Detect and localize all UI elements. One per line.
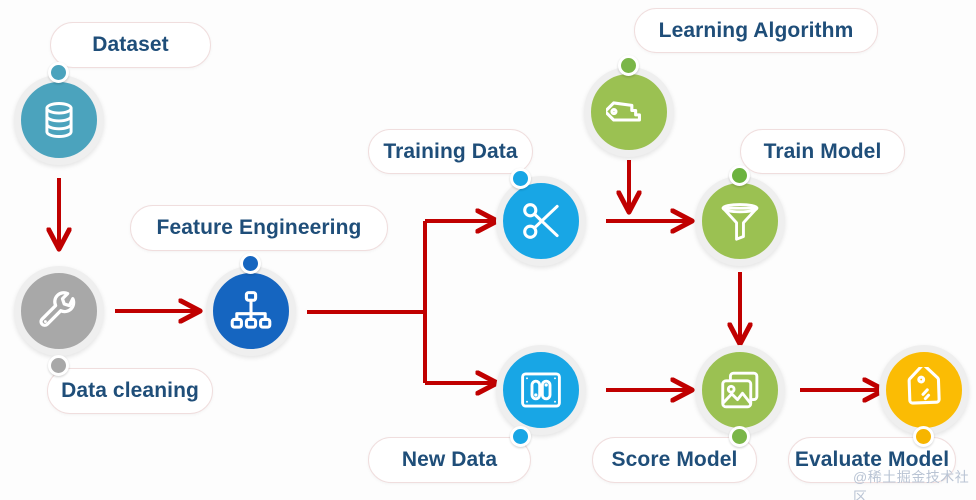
label-pill-data-cleaning: Data cleaning bbox=[47, 368, 213, 414]
label-pill-training-data: Training Data bbox=[368, 129, 533, 174]
node-feature-engineering[interactable] bbox=[206, 266, 296, 356]
ml-workflow-diagram: Dataset Data cleaning Feature Engineerin… bbox=[0, 0, 976, 500]
label-text-feature-engineering: Feature Engineering bbox=[156, 216, 362, 239]
node-new-data[interactable] bbox=[496, 345, 586, 435]
tag-icon bbox=[907, 367, 941, 405]
label-text-dataset: Dataset bbox=[92, 33, 169, 56]
connector-dot-dataset bbox=[48, 62, 69, 83]
node-data-cleaning[interactable] bbox=[14, 266, 104, 356]
connector-dot-training-data bbox=[510, 168, 531, 189]
label-pill-new-data: New Data bbox=[368, 437, 531, 483]
node-training-data[interactable] bbox=[496, 176, 586, 266]
connector-dot-score-model bbox=[729, 426, 750, 447]
node-score-model[interactable] bbox=[695, 345, 785, 435]
connector-dot-evaluate-model bbox=[913, 426, 934, 447]
key-icon bbox=[606, 101, 641, 122]
connector-dot-data-cleaning bbox=[48, 355, 69, 376]
database-icon bbox=[45, 102, 73, 138]
label-pill-learning-algorithm: Learning Algorithm bbox=[634, 8, 878, 53]
node-learning-algorithm[interactable] bbox=[584, 67, 674, 157]
node-evaluate-model[interactable] bbox=[879, 345, 969, 435]
wrench-icon bbox=[39, 291, 76, 327]
node-train-model[interactable] bbox=[695, 176, 785, 266]
label-pill-feature-engineering: Feature Engineering bbox=[130, 205, 388, 251]
site-watermark: @稀土掘金技术社区 bbox=[853, 469, 970, 500]
label-text-score-model: Score Model bbox=[611, 448, 738, 471]
connector-dot-new-data bbox=[510, 426, 531, 447]
images-icon bbox=[721, 371, 759, 409]
funnel-icon bbox=[721, 203, 759, 241]
connector-dot-train-model bbox=[729, 165, 750, 186]
label-text-train-model: Train Model bbox=[763, 139, 882, 163]
scissors-icon bbox=[523, 203, 559, 239]
label-pill-dataset: Dataset bbox=[50, 22, 211, 68]
label-text-learning-algorithm: Learning Algorithm bbox=[658, 18, 854, 42]
label-pill-train-model: Train Model bbox=[740, 129, 905, 174]
label-text-data-cleaning: Data cleaning bbox=[61, 379, 199, 402]
connector-dot-feature-engineering bbox=[240, 253, 261, 274]
label-text-training-data: Training Data bbox=[383, 139, 518, 163]
toggle-panel-icon bbox=[521, 372, 561, 408]
label-text-new-data: New Data bbox=[401, 448, 498, 471]
hierarchy-icon bbox=[230, 291, 272, 329]
node-dataset[interactable] bbox=[14, 75, 104, 165]
connector-dot-learning-algorithm bbox=[618, 55, 639, 76]
